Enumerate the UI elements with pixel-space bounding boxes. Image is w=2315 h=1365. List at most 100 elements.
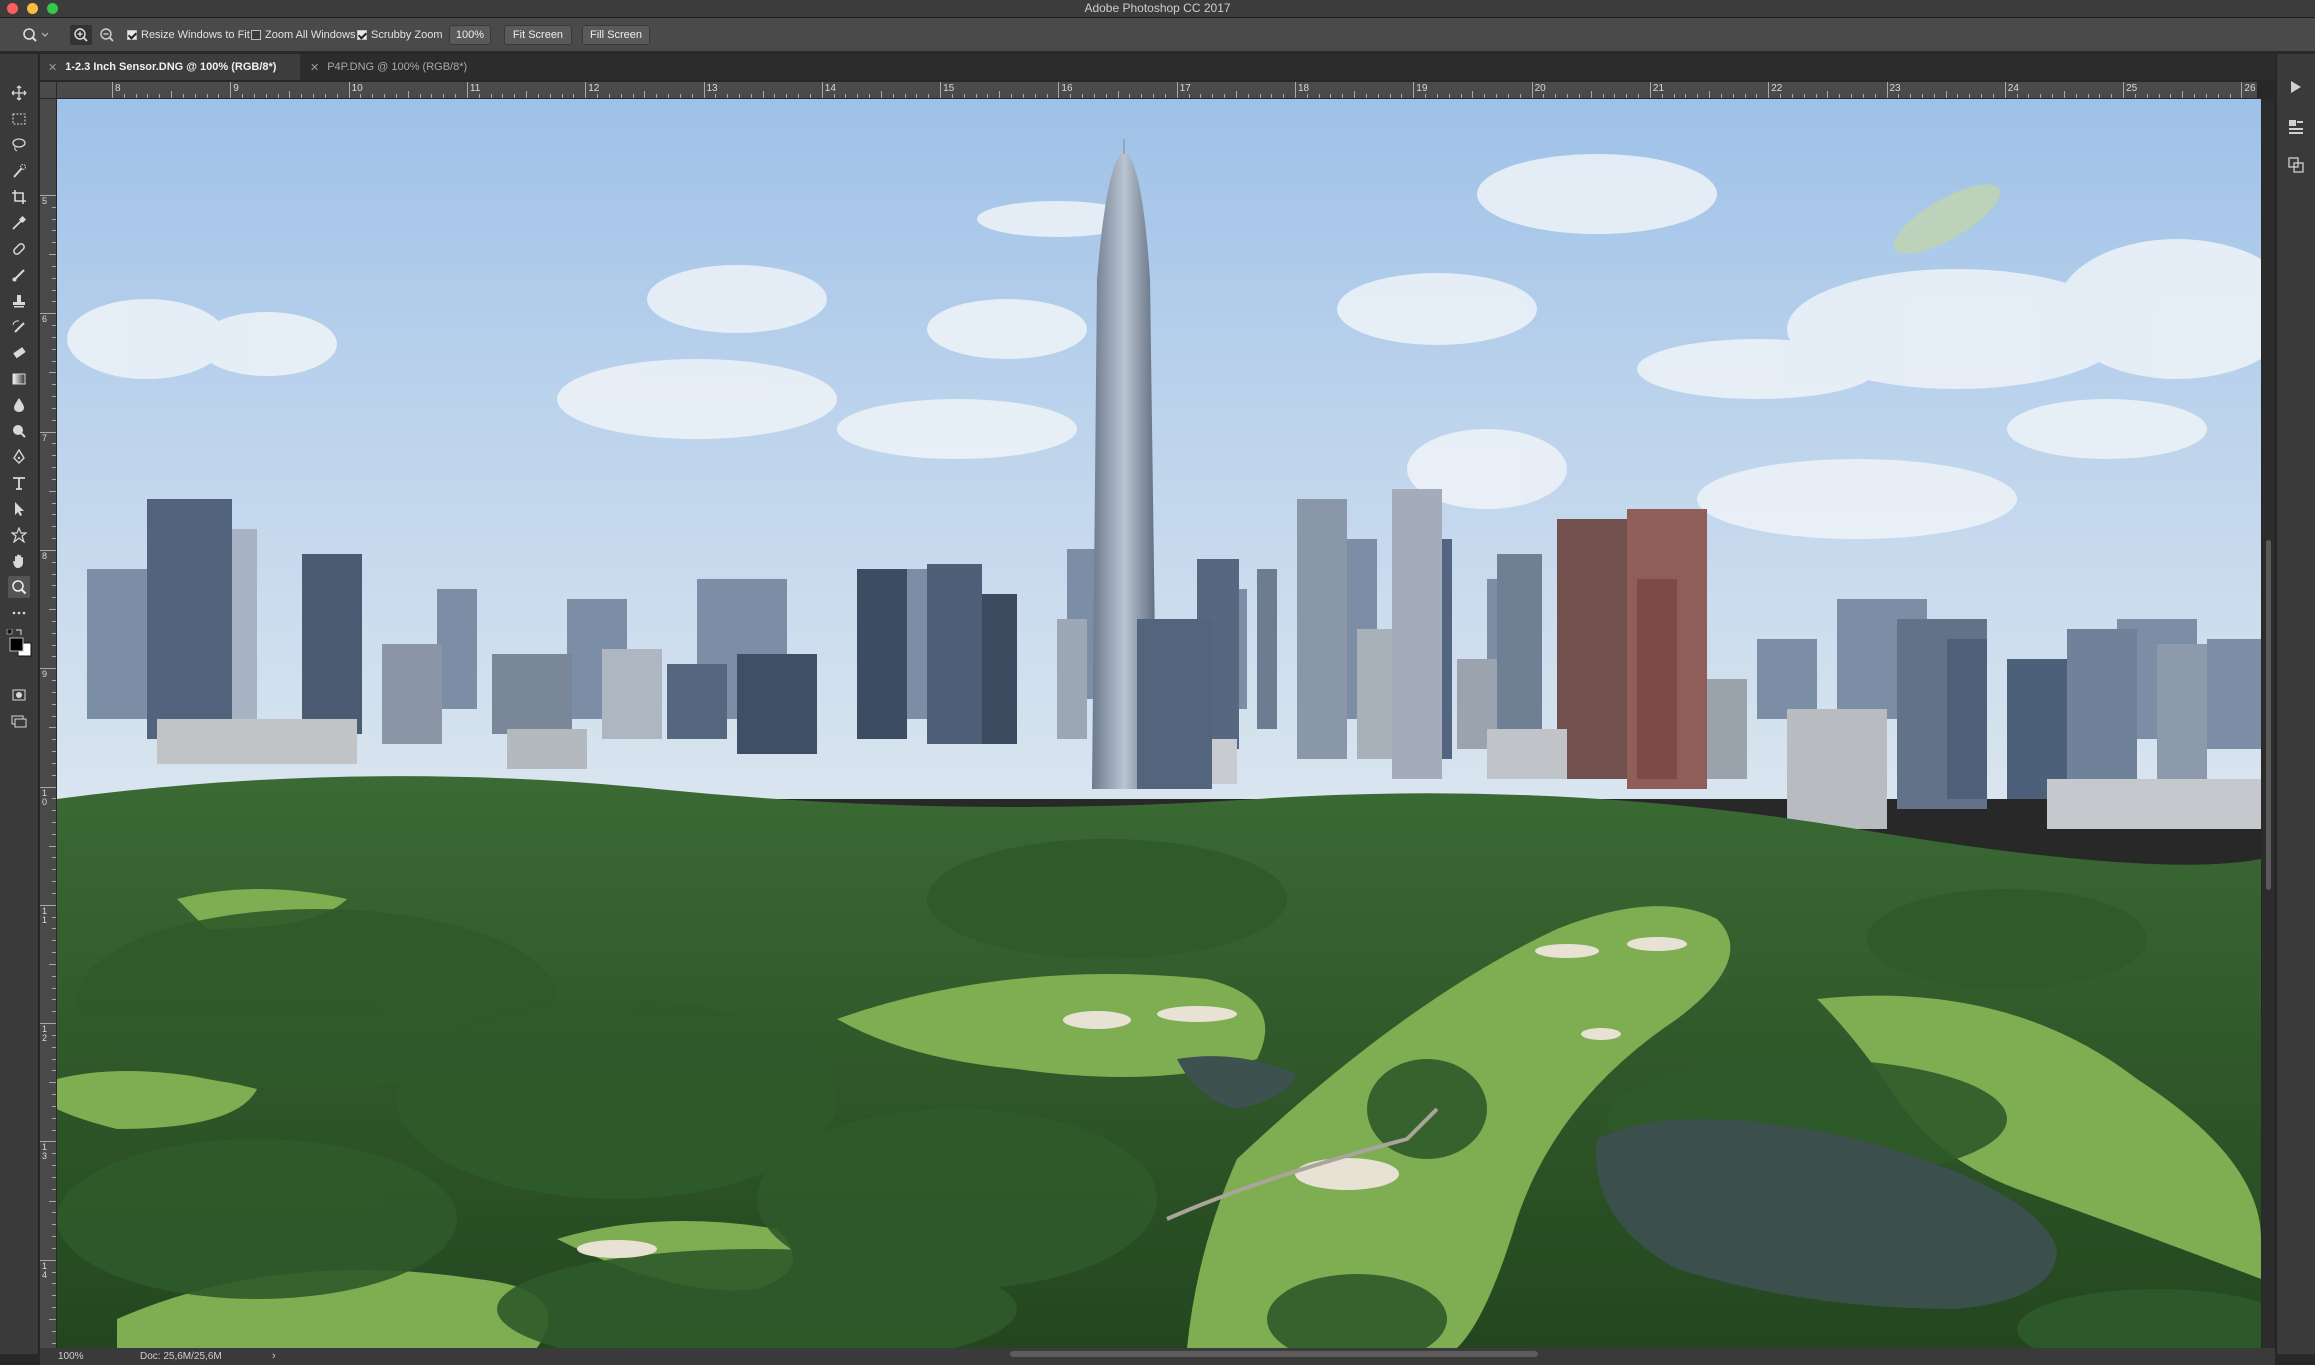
ruler-tick — [230, 82, 232, 98]
ruler-tick — [774, 94, 776, 98]
ruler-origin[interactable] — [40, 82, 56, 98]
ruler-tick — [52, 1212, 56, 1214]
ruler-tick — [52, 751, 56, 752]
ruler-label: 9 — [42, 669, 48, 680]
ruler-tick — [2146, 94, 2148, 98]
tool-crop[interactable] — [8, 186, 30, 208]
properties-icon — [2289, 120, 2303, 134]
close-tab-icon[interactable]: ✕ — [310, 61, 319, 74]
document-canvas[interactable] — [57, 99, 2261, 1348]
ruler-tick — [52, 573, 56, 575]
layers-panel-button[interactable] — [2287, 156, 2305, 179]
ruler-tick — [679, 94, 681, 98]
status-menu-icon[interactable]: › — [272, 1350, 276, 1362]
ruler-tick — [1851, 94, 1852, 98]
ruler-tick — [52, 1247, 56, 1249]
ruler-tick — [40, 431, 56, 433]
ruler-tick — [407, 91, 409, 98]
ruler-tick — [1365, 94, 1367, 98]
vertical-ruler[interactable]: 5 6 7 8 9 1 0 1 1 1 2 1 3 1 4 — [40, 99, 56, 1348]
color-swatches[interactable] — [6, 628, 34, 661]
ruler-label: 9 — [233, 83, 239, 94]
tool-path-select[interactable] — [8, 498, 30, 520]
quick-mask-button[interactable] — [8, 684, 30, 706]
close-tab-icon[interactable]: ✕ — [48, 61, 57, 74]
ruler-tick — [1638, 94, 1640, 98]
properties-panel-button[interactable] — [2287, 118, 2305, 141]
ruler-tick — [40, 904, 56, 906]
ruler-tick — [52, 348, 56, 350]
quick-mask-icon — [12, 689, 26, 701]
ruler-tick — [52, 1283, 56, 1285]
tool-lasso[interactable] — [8, 134, 30, 156]
tool-preset-picker[interactable] — [18, 25, 52, 45]
ruler-tick — [750, 94, 752, 98]
ruler-tick — [526, 91, 528, 98]
ruler-label: 25 — [2126, 83, 2138, 94]
tool-gradient[interactable] — [8, 368, 30, 390]
dodge-tool-icon — [13, 425, 26, 438]
tool-quick-select[interactable] — [8, 160, 30, 182]
ruler-tick — [52, 585, 56, 587]
ruler-tick — [384, 94, 386, 98]
tool-eyedropper[interactable] — [8, 212, 30, 234]
tool-more[interactable] — [8, 602, 30, 624]
zoom-out-button[interactable] — [96, 25, 118, 45]
tool-shape[interactable] — [8, 524, 30, 546]
ruler-tick — [1295, 82, 1296, 98]
screen-mode-button[interactable] — [8, 710, 30, 732]
tool-eraser[interactable] — [8, 342, 30, 364]
fit-screen-button[interactable]: Fit Screen — [504, 25, 572, 45]
tool-history-brush[interactable] — [8, 316, 30, 338]
zoom-in-button[interactable] — [70, 25, 92, 45]
horizontal-ruler[interactable]: 8 9 10 11 12 13 14 15 16 17 18 19 20 21 22 23 24 25 26 — [57, 82, 2257, 98]
ruler-tick — [1803, 94, 1805, 98]
scrubby-zoom-checkbox[interactable]: Scrubby Zoom — [357, 27, 443, 43]
ruler-tick — [1448, 94, 1450, 98]
resize-windows-checkbox[interactable]: Resize Windows to Fit — [127, 27, 250, 43]
title-bar: Adobe Photoshop CC 2017 — [0, 0, 2315, 18]
eyedropper-tool-icon — [12, 215, 27, 230]
ruler-tick — [2087, 94, 2089, 98]
fill-screen-button[interactable]: Fill Screen — [582, 25, 650, 45]
collapse-panels-button[interactable] — [2289, 80, 2303, 99]
ruler-tick — [537, 94, 539, 98]
ruler-tick — [940, 82, 942, 98]
ruler-tick — [1496, 94, 1498, 98]
tool-move[interactable] — [8, 82, 30, 104]
ruler-tick — [1661, 94, 1663, 98]
healing-brush-icon — [13, 243, 25, 255]
tool-clone-stamp[interactable] — [8, 290, 30, 312]
ruler-tick — [786, 94, 788, 98]
tool-pen[interactable] — [8, 446, 30, 468]
ruler-tick — [443, 94, 445, 98]
vertical-scroll-thumb[interactable] — [2266, 540, 2271, 890]
tool-dodge[interactable] — [8, 420, 30, 442]
tool-marquee[interactable] — [8, 108, 30, 130]
ruler-tick — [52, 242, 56, 244]
tool-zoom[interactable] — [8, 576, 30, 598]
tool-healing-brush[interactable] — [8, 238, 30, 260]
horizontal-scroll-thumb[interactable] — [1010, 1351, 1538, 1357]
ruler-tick — [597, 94, 599, 98]
ruler-tick — [52, 739, 56, 741]
tool-blur[interactable] — [8, 394, 30, 416]
ruler-tick — [336, 94, 338, 98]
ruler-tick — [1614, 94, 1616, 98]
ruler-tick — [52, 384, 56, 386]
ruler-tick — [2241, 82, 2243, 98]
tab-document-1[interactable]: ✕ 1-2.3 Inch Sensor.DNG @ 100% (RGB/8*) — [40, 54, 300, 80]
tool-hand[interactable] — [8, 550, 30, 572]
ruler-tick — [52, 1046, 56, 1048]
ruler-tick — [2040, 94, 2042, 98]
tool-type[interactable] — [8, 472, 30, 494]
ruler-tick — [2063, 91, 2065, 98]
zoom-all-windows-checkbox[interactable]: Zoom All Windows — [251, 27, 355, 43]
tool-brush[interactable] — [8, 264, 30, 286]
zoom-100-button[interactable]: 100% — [449, 25, 491, 45]
ruler-tick — [52, 455, 56, 457]
zoom-level[interactable]: 100% — [58, 1351, 84, 1362]
ruler-tick — [52, 798, 56, 800]
tab-document-2[interactable]: ✕ P4P.DNG @ 100% (RGB/8*) — [302, 54, 502, 80]
ruler-tick — [52, 1153, 56, 1155]
